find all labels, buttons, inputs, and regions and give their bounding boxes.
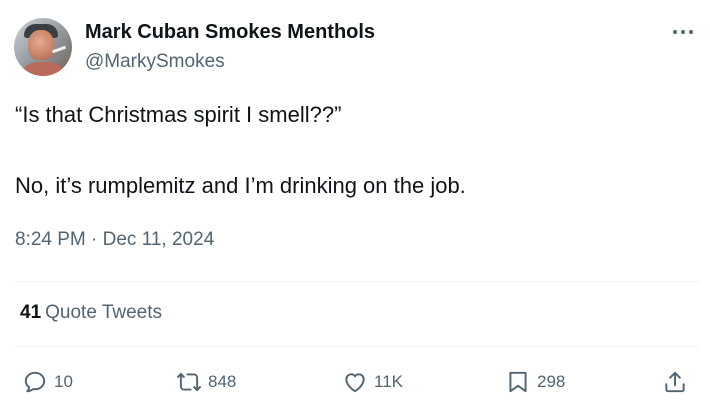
quote-count: 41 — [20, 302, 42, 323]
tweet-timestamp[interactable]: 8:24 PM · Dec 11, 2024 — [15, 229, 214, 251]
share-button[interactable] — [662, 368, 688, 396]
avatar[interactable] — [14, 18, 72, 76]
avatar-face — [28, 30, 54, 60]
quote-label: Quote Tweets — [45, 302, 163, 323]
reply-count: 10 — [54, 372, 73, 391]
share-icon — [665, 371, 685, 393]
avatar-cigarette — [51, 45, 67, 54]
bookmark-count: 298 — [537, 372, 566, 391]
heart-icon — [345, 373, 365, 393]
retweet-count: 848 — [208, 372, 237, 391]
bookmark-button[interactable]: 298 — [505, 368, 565, 396]
author-handle[interactable]: @MarkySmokes — [85, 51, 225, 73]
reply-icon — [24, 371, 46, 393]
divider — [15, 346, 699, 347]
reply-button[interactable]: 10 — [22, 368, 73, 396]
quote-tweets-link[interactable]: 41 Quote Tweets — [20, 302, 162, 324]
tweet-text-line-1: “Is that Christmas spirit I smell??” — [15, 102, 342, 127]
avatar-shirt — [18, 62, 68, 76]
like-button[interactable]: 11K — [342, 368, 403, 396]
retweet-button[interactable]: 848 — [176, 368, 236, 396]
tweet-text-line-2: No, it’s rumplemitz and I’m drinking on … — [15, 173, 466, 198]
bookmark-icon — [509, 371, 527, 393]
retweet-icon — [176, 372, 202, 392]
like-count: 11K — [374, 372, 403, 391]
more-options-icon[interactable] — [672, 24, 694, 42]
author-display-name[interactable]: Mark Cuban Smokes Menthols — [85, 21, 375, 44]
divider — [15, 281, 699, 282]
